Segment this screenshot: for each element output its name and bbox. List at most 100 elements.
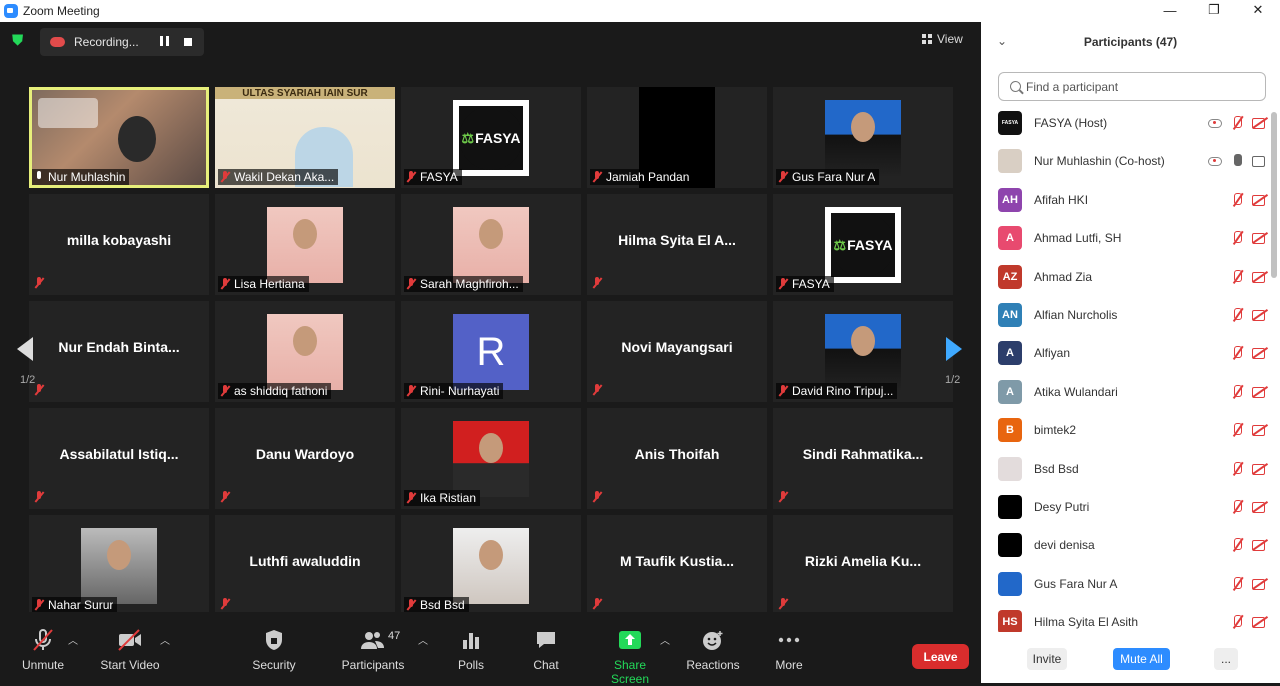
leave-button[interactable]: Leave xyxy=(912,644,969,669)
participant-tile[interactable]: Anis Thoifah xyxy=(587,408,767,509)
video-options-caret-icon[interactable]: ︿ xyxy=(160,632,170,647)
participant-tile[interactable]: Sarah Maghfiroh... xyxy=(401,194,581,295)
participant-row[interactable]: A Alfiyan xyxy=(998,334,1268,372)
participant-tile[interactable]: R Rini- Nurhayati xyxy=(401,301,581,402)
participant-name: Nur Muhlashin (Co-host) xyxy=(1034,154,1165,169)
minimize-button[interactable]: — xyxy=(1148,0,1192,20)
start-video-button[interactable]: Start Video xyxy=(100,628,160,672)
participants-label: Participants xyxy=(341,658,405,672)
reactions-icon xyxy=(703,631,723,650)
participant-name: Assabilatul Istiq... xyxy=(59,446,179,462)
participant-label: as shiddiq fathoni xyxy=(218,383,332,399)
participants-button[interactable]: 47 Participants xyxy=(340,628,406,672)
participant-name: Hilma Syita El A... xyxy=(618,232,736,248)
participant-tile[interactable]: Nur Endah Binta... xyxy=(29,301,209,402)
participant-tile[interactable]: Nahar Surur xyxy=(29,515,209,616)
participant-list-scrollbar[interactable] xyxy=(1271,112,1277,278)
participant-tile[interactable]: ⚖ FASYA FASYA xyxy=(401,87,581,188)
video-off-icon xyxy=(1252,424,1268,437)
video-off-icon xyxy=(1252,501,1268,513)
participant-row[interactable]: HS Hilma Syita El Asith xyxy=(998,603,1268,632)
participant-row[interactable]: Desy Putri xyxy=(998,488,1268,526)
reactions-button[interactable]: Reactions xyxy=(686,628,740,672)
participant-label-text: Nur Muhlashin xyxy=(48,170,126,184)
participant-tile[interactable]: M Taufik Kustia... xyxy=(587,515,767,616)
restore-button[interactable]: ❐ xyxy=(1192,0,1236,20)
page-indicator-right: 1/2 xyxy=(945,374,961,386)
participant-name: Hilma Syita El Asith xyxy=(1034,615,1139,630)
panel-more-button[interactable]: ... xyxy=(1214,648,1238,670)
participant-tile[interactable]: Nur Muhlashin xyxy=(29,87,209,188)
participant-tile[interactable]: as shiddiq fathoni xyxy=(215,301,395,402)
participant-row[interactable]: FASYA FASYA (Host) xyxy=(998,104,1268,142)
encryption-shield-icon[interactable]: ⛊ xyxy=(12,33,26,49)
participant-tile[interactable]: ⚖ FASYA FASYA xyxy=(773,194,953,295)
mute-all-button[interactable]: Mute All xyxy=(1113,648,1170,670)
find-participant-input[interactable]: Find a participant xyxy=(998,72,1266,101)
video-off-icon xyxy=(1252,386,1268,398)
participant-name: M Taufik Kustia... xyxy=(619,553,735,569)
participant-tile[interactable]: Lisa Hertiana xyxy=(215,194,395,295)
muted-mic-icon xyxy=(1230,116,1244,130)
participant-row[interactable]: Bbimtek2 xyxy=(998,411,1268,449)
participant-list[interactable]: FASYA FASYA (Host) Nur Muhlashin (Co-host)… xyxy=(981,104,1271,632)
security-button[interactable]: Security xyxy=(250,628,298,672)
participant-tile[interactable]: David Rino Tripuj... xyxy=(773,301,953,402)
participant-tile[interactable]: ULTAS SYARIAH IAIN SUR Wakil Dekan Aka... xyxy=(215,87,395,188)
participant-name: Alfiyan xyxy=(1034,346,1071,361)
participant-row[interactable]: A Ahmad Lutfi, SH xyxy=(998,219,1268,257)
view-button[interactable]: View xyxy=(922,32,963,46)
participant-tile[interactable]: Gus Fara Nur A xyxy=(773,87,953,188)
share-options-caret-icon[interactable]: ︿ xyxy=(660,632,670,647)
participants-caret-icon[interactable]: ︿ xyxy=(418,632,428,647)
participant-tile[interactable]: milla kobayashi xyxy=(29,194,209,295)
video-off-icon xyxy=(1252,117,1268,129)
participant-tile[interactable]: Sindi Rahmatika... xyxy=(773,408,953,509)
more-button[interactable]: More xyxy=(772,628,806,672)
share-screen-icon xyxy=(619,631,641,649)
participant-row[interactable]: Bsd Bsd xyxy=(998,450,1268,488)
unmute-button[interactable]: Unmute xyxy=(20,628,66,672)
participant-name: FASYA (Host) xyxy=(1034,116,1108,130)
participant-tile[interactable]: Bsd Bsd xyxy=(401,515,581,616)
participant-label: Ika Ristian xyxy=(404,490,481,506)
polls-button[interactable]: Polls xyxy=(454,628,488,672)
audio-options-caret-icon[interactable]: ︿ xyxy=(68,632,78,647)
participant-tile[interactable]: Assabilatul Istiq... xyxy=(29,408,209,509)
security-shield-icon xyxy=(266,630,282,650)
participant-row[interactable]: devi denisa xyxy=(998,526,1268,564)
previous-page-arrow-icon[interactable] xyxy=(17,337,33,361)
participant-row[interactable]: AZ Ahmad Zia xyxy=(998,258,1268,296)
stop-recording-button[interactable] xyxy=(184,38,192,46)
participant-name: devi denisa xyxy=(1034,538,1095,553)
participant-tile[interactable]: Jamiah Pandan xyxy=(587,87,767,188)
unmute-label: Unmute xyxy=(21,658,65,672)
share-screen-button[interactable]: Share Screen xyxy=(594,628,666,686)
participant-name: Sindi Rahmatika... xyxy=(802,446,924,462)
participant-row[interactable]: A Atika Wulandari xyxy=(998,373,1268,411)
participant-tile[interactable]: Ika Ristian xyxy=(401,408,581,509)
participant-tile[interactable]: Novi Mayangsari xyxy=(587,301,767,402)
participant-label: David Rino Tripuj... xyxy=(776,383,898,399)
share-screen-label: Share Screen xyxy=(610,658,650,686)
title-bar: Zoom Meeting — ❐ ✕ xyxy=(0,0,1280,22)
participant-label-text: FASYA xyxy=(420,170,458,184)
participant-label-text: Rini- Nurhayati xyxy=(420,384,500,398)
participant-row[interactable]: Gus Fara Nur A xyxy=(998,565,1268,603)
invite-button[interactable]: Invite xyxy=(1027,648,1067,670)
participant-row[interactable]: Nur Muhlashin (Co-host) xyxy=(998,142,1268,180)
participant-tile[interactable]: Rizki Amelia Ku... xyxy=(773,515,953,616)
more-label: More xyxy=(775,658,803,672)
participant-tile[interactable]: Luthfi awaluddin xyxy=(215,515,395,616)
close-button[interactable]: ✕ xyxy=(1236,0,1280,20)
participant-tile[interactable]: Danu Wardoyo xyxy=(215,408,395,509)
pause-recording-button[interactable] xyxy=(158,36,170,48)
participant-name: Atika Wulandari xyxy=(1034,384,1118,399)
avatar: A xyxy=(998,379,1022,404)
participant-row[interactable]: AN Alfian Nurcholis xyxy=(998,296,1268,334)
muted-mic-icon xyxy=(220,491,230,503)
next-page-arrow-icon[interactable] xyxy=(946,337,962,361)
participant-tile[interactable]: Hilma Syita El A... xyxy=(587,194,767,295)
participant-row[interactable]: AH Afifah HKI xyxy=(998,181,1268,219)
chat-button[interactable]: Chat xyxy=(530,628,562,672)
